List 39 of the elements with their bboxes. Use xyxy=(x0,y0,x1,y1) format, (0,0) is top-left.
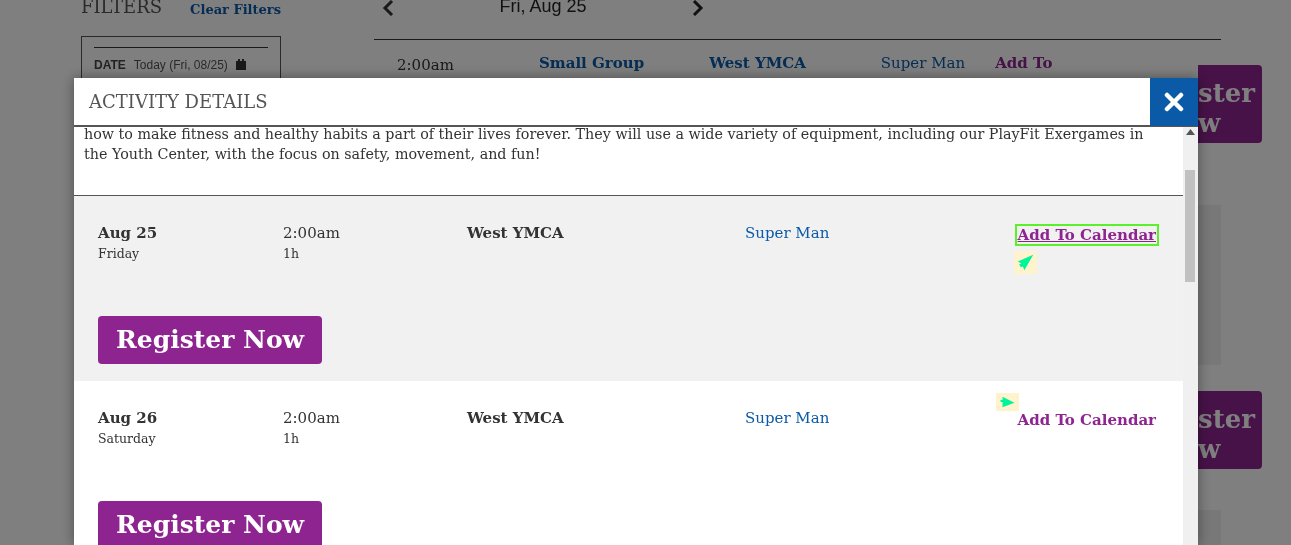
activity-description: how to make fitness and healthy habits a part of their lives forever. They will use a wide variety of equipment, including our PlayFit Exergames in the Youth Center, with the focus on safety, movement, and fun! xyxy=(83,125,1145,164)
date-value: Today (Fri, 08/25) xyxy=(133,56,228,74)
session-date: Aug 25 xyxy=(98,224,159,242)
register-button[interactable]: Register Now xyxy=(98,500,323,545)
session-location: West YMCA xyxy=(467,409,565,427)
register-button[interactable]: ster w xyxy=(1198,65,1262,143)
arrow-icon xyxy=(1014,251,1037,274)
clear-filters-link[interactable]: Clear Filters xyxy=(190,0,281,20)
location-link[interactable]: West YMCA xyxy=(709,54,806,72)
date-label: DATE xyxy=(94,56,126,74)
add-to-calendar-link[interactable]: Add To Calendar xyxy=(1014,224,1159,246)
class-time: 2:00am xyxy=(397,55,455,76)
class-type-link[interactable]: Small Group xyxy=(539,54,645,72)
session-duration: 1h xyxy=(283,245,300,263)
scrollbar-thumb[interactable] xyxy=(1185,170,1195,282)
session-time: 2:00am xyxy=(283,409,341,427)
card-background xyxy=(1198,510,1221,545)
instructor-link[interactable]: Super Man xyxy=(745,224,830,246)
session-duration: 1h xyxy=(283,430,300,448)
close-icon xyxy=(1164,91,1184,112)
add-to-calendar-link[interactable]: Add To xyxy=(995,54,1053,72)
add-to-calendar-link[interactable]: Add To Calendar xyxy=(1014,409,1159,431)
register-button[interactable]: Register Now xyxy=(98,315,323,364)
chevron-left-icon[interactable] xyxy=(382,0,395,16)
instructor-link[interactable]: Super Man xyxy=(880,54,966,72)
session-time: 2:00am xyxy=(283,224,341,242)
scroll-up-icon[interactable] xyxy=(1186,129,1195,135)
register-button[interactable]: ster w xyxy=(1198,391,1262,469)
session-weekday: Saturday xyxy=(98,430,157,448)
instructor-link[interactable]: Super Man xyxy=(745,409,830,431)
close-button[interactable] xyxy=(1150,78,1198,126)
scrollbar[interactable] xyxy=(1183,127,1198,545)
filters-title: FILTERS xyxy=(81,0,163,16)
chevron-right-icon[interactable] xyxy=(691,0,704,16)
session-weekday: Friday xyxy=(98,245,141,263)
calendar-icon[interactable] xyxy=(235,59,246,70)
modal-title: ACTIVITY DETAILS xyxy=(88,90,268,114)
session-location: West YMCA xyxy=(467,224,565,242)
session-date: Aug 26 xyxy=(98,409,159,427)
